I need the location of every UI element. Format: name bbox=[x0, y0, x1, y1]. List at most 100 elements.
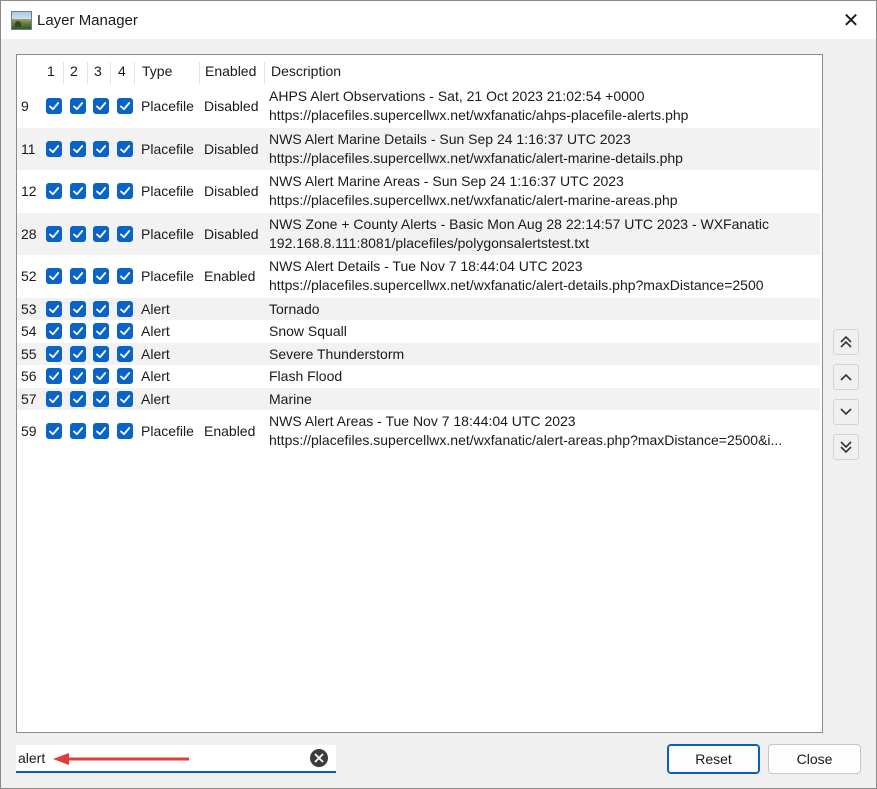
display-1-checkbox[interactable] bbox=[46, 225, 62, 242]
display-1-checkbox[interactable] bbox=[46, 390, 62, 407]
move-to-top-button[interactable] bbox=[833, 329, 859, 355]
display-1-checkbox[interactable] bbox=[46, 423, 62, 439]
display-3-checkbox[interactable] bbox=[93, 140, 109, 157]
column-header-1[interactable]: 1 bbox=[47, 59, 55, 83]
display-2-checkbox[interactable] bbox=[70, 390, 86, 407]
table-row[interactable]: 54 Alert Snow Squall bbox=[17, 320, 820, 343]
display-3-checkbox[interactable] bbox=[93, 268, 109, 284]
display-4-checkbox[interactable] bbox=[117, 323, 133, 339]
move-down-button[interactable] bbox=[833, 399, 859, 425]
display-4-checkbox[interactable] bbox=[117, 183, 133, 199]
move-to-top-icon bbox=[840, 335, 852, 348]
display-2-checkbox[interactable] bbox=[70, 300, 86, 317]
display-3-checkbox[interactable] bbox=[93, 423, 109, 439]
description-url: https://placefiles.supercellwx.net/wxfan… bbox=[269, 107, 689, 123]
clear-filter-icon[interactable] bbox=[310, 749, 328, 767]
row-id: 55 bbox=[21, 345, 37, 362]
display-4-checkbox[interactable] bbox=[117, 98, 133, 114]
row-description: Snow Squall bbox=[269, 321, 347, 341]
table-row[interactable]: 12 Placefile Disabled NWS Alert Marine Area… bbox=[17, 170, 820, 213]
display-2-checkbox[interactable] bbox=[70, 225, 86, 242]
display-1-checkbox[interactable] bbox=[46, 98, 62, 114]
description-title: Tornado bbox=[269, 300, 320, 317]
display-2-checkbox[interactable] bbox=[70, 183, 86, 199]
column-header-4[interactable]: 4 bbox=[118, 59, 126, 83]
description-title: NWS Alert Areas - Tue Nov 7 18:44:04 UTC… bbox=[269, 413, 576, 429]
column-header-description[interactable]: Description bbox=[271, 59, 341, 83]
display-3-checkbox[interactable] bbox=[93, 300, 109, 317]
annotation-arrow-icon bbox=[53, 753, 189, 765]
display-4-checkbox[interactable] bbox=[117, 300, 133, 317]
description-url: https://placefiles.supercellwx.net/wxfan… bbox=[269, 432, 783, 448]
close-button[interactable]: Close bbox=[768, 744, 861, 774]
column-header-2[interactable]: 2 bbox=[70, 59, 78, 83]
display-3-checkbox[interactable] bbox=[93, 225, 109, 242]
globe-map-icon bbox=[11, 11, 32, 30]
reset-button[interactable]: Reset bbox=[667, 744, 760, 774]
description-url: https://placefiles.supercellwx.net/wxfan… bbox=[269, 149, 683, 166]
display-2-checkbox[interactable] bbox=[70, 98, 86, 114]
display-1-checkbox[interactable] bbox=[46, 268, 62, 284]
row-description: NWS Alert Marine Areas - Sun Sep 24 1:16… bbox=[269, 172, 678, 210]
row-type: Alert bbox=[141, 368, 170, 384]
display-1-checkbox[interactable] bbox=[46, 323, 62, 339]
description-url: https://placefiles.supercellwx.net/wxfan… bbox=[269, 192, 678, 208]
table-row[interactable]: 52 Placefile Enabled NWS Alert Details - Tu… bbox=[17, 255, 820, 298]
row-type: Alert bbox=[141, 323, 170, 339]
row-enabled: Disabled bbox=[204, 225, 259, 242]
table-row[interactable]: 53 Alert Tornado bbox=[17, 297, 820, 320]
row-type: Alert bbox=[141, 300, 170, 317]
display-2-checkbox[interactable] bbox=[70, 423, 86, 439]
display-3-checkbox[interactable] bbox=[93, 390, 109, 407]
move-up-button[interactable] bbox=[833, 364, 859, 390]
display-1-checkbox[interactable] bbox=[46, 345, 62, 362]
row-description: NWS Alert Areas - Tue Nov 7 18:44:04 UTC… bbox=[269, 412, 782, 450]
table-row[interactable]: 56 Alert Flash Flood bbox=[17, 365, 820, 388]
row-description: NWS Alert Details - Tue Nov 7 18:44:04 U… bbox=[269, 257, 764, 295]
display-3-checkbox[interactable] bbox=[93, 323, 109, 339]
table-row[interactable]: 59 Placefile Enabled NWS Alert Areas - Tue … bbox=[17, 410, 820, 453]
display-2-checkbox[interactable] bbox=[70, 140, 86, 157]
description-title: NWS Zone + County Alerts - Basic Mon Aug… bbox=[269, 215, 769, 232]
close-icon[interactable]: ✕ bbox=[839, 9, 863, 33]
layer-manager-window: Layer Manager ✕ 1 2 3 4 Type Enabled Des… bbox=[0, 0, 877, 789]
column-header-type[interactable]: Type bbox=[142, 59, 172, 83]
table-row[interactable]: 11 Placefile Disabled NWS Alert Marine Deta… bbox=[17, 127, 820, 170]
row-enabled: Disabled bbox=[204, 140, 259, 157]
move-to-bottom-button[interactable] bbox=[833, 434, 859, 460]
row-id: 56 bbox=[21, 368, 37, 384]
description-title: Flash Flood bbox=[269, 368, 343, 384]
display-2-checkbox[interactable] bbox=[70, 268, 86, 284]
display-3-checkbox[interactable] bbox=[93, 345, 109, 362]
row-id: 28 bbox=[21, 225, 37, 242]
display-4-checkbox[interactable] bbox=[117, 345, 133, 362]
display-3-checkbox[interactable] bbox=[93, 183, 109, 199]
display-4-checkbox[interactable] bbox=[117, 423, 133, 439]
display-4-checkbox[interactable] bbox=[117, 268, 133, 284]
description-title: Snow Squall bbox=[269, 323, 347, 339]
display-1-checkbox[interactable] bbox=[46, 140, 62, 157]
table-header: 1 2 3 4 Type Enabled Description bbox=[17, 59, 822, 84]
display-4-checkbox[interactable] bbox=[117, 390, 133, 407]
table-row[interactable]: 28 Placefile Disabled NWS Zone + County Ale… bbox=[17, 212, 820, 255]
display-4-checkbox[interactable] bbox=[117, 225, 133, 242]
display-2-checkbox[interactable] bbox=[70, 323, 86, 339]
display-1-checkbox[interactable] bbox=[46, 300, 62, 317]
description-url: 192.168.8.111:8081/placefiles/polygonsal… bbox=[269, 234, 590, 251]
description-title: AHPS Alert Observations - Sat, 21 Oct 20… bbox=[269, 88, 645, 104]
display-4-checkbox[interactable] bbox=[117, 140, 133, 157]
display-4-checkbox[interactable] bbox=[117, 368, 133, 384]
table-row[interactable]: 9 Placefile Disabled AHPS Alert Observation… bbox=[17, 85, 820, 128]
display-1-checkbox[interactable] bbox=[46, 183, 62, 199]
column-header-3[interactable]: 3 bbox=[94, 59, 102, 83]
display-3-checkbox[interactable] bbox=[93, 368, 109, 384]
display-2-checkbox[interactable] bbox=[70, 345, 86, 362]
table-row[interactable]: 55 Alert Severe Thunderstorm bbox=[17, 342, 820, 365]
row-description: AHPS Alert Observations - Sat, 21 Oct 20… bbox=[269, 87, 688, 125]
display-2-checkbox[interactable] bbox=[70, 368, 86, 384]
column-header-enabled[interactable]: Enabled bbox=[205, 59, 256, 83]
display-3-checkbox[interactable] bbox=[93, 98, 109, 114]
row-type: Placefile bbox=[141, 140, 194, 157]
display-1-checkbox[interactable] bbox=[46, 368, 62, 384]
table-row[interactable]: 57 Alert Marine bbox=[17, 387, 820, 410]
